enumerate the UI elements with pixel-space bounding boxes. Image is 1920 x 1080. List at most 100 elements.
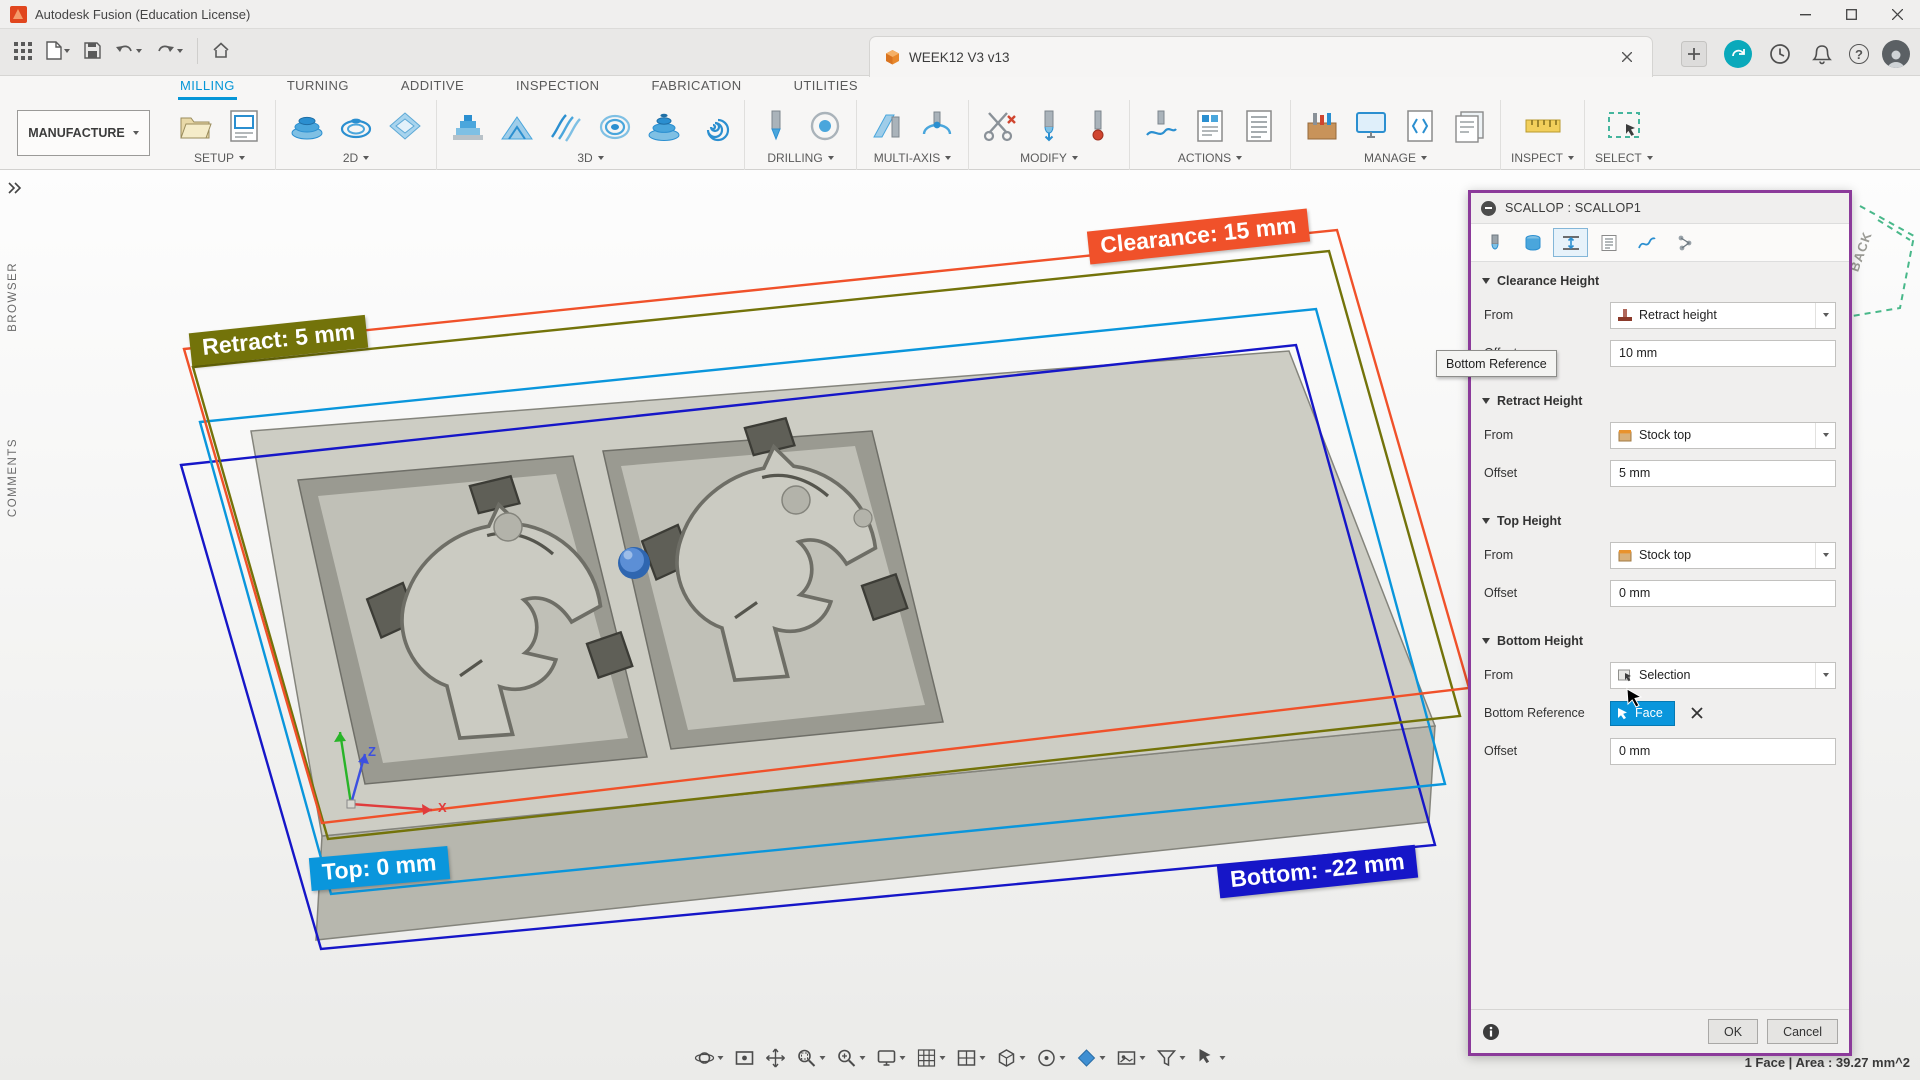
group-label-2d[interactable]: 2D — [343, 151, 370, 165]
tab-fabrication[interactable]: FABRICATION — [649, 76, 743, 100]
adaptive-clearing-icon[interactable] — [447, 105, 489, 147]
top-offset-input[interactable]: 0 mm — [1610, 579, 1836, 607]
simulate-icon[interactable] — [1140, 105, 1182, 147]
steep-shallow-icon[interactable] — [496, 105, 538, 147]
window-select-icon[interactable] — [1603, 105, 1645, 147]
app-grid-icon[interactable] — [10, 38, 36, 64]
parallel-icon[interactable] — [545, 105, 587, 147]
pocket-hole[interactable] — [493, 512, 523, 542]
collapse-dialog-icon[interactable] — [1481, 200, 1496, 216]
spiral-icon[interactable] — [692, 105, 734, 147]
templates-icon[interactable] — [1448, 105, 1490, 147]
undo-button[interactable] — [111, 39, 146, 63]
2d-chamfer-icon[interactable] — [384, 105, 426, 147]
orbit-icon[interactable] — [692, 1046, 727, 1070]
group-label-setup[interactable]: SETUP — [194, 151, 245, 165]
task-manager-icon[interactable] — [1350, 105, 1392, 147]
group-label-manage[interactable]: MANAGE — [1364, 151, 1427, 165]
visual-style-icon[interactable] — [994, 1046, 1029, 1070]
browser-expand-icon[interactable] — [8, 182, 22, 194]
clear-selection-icon[interactable] — [1687, 703, 1707, 723]
morphed-spiral-icon[interactable] — [594, 105, 636, 147]
new-setup-icon[interactable] — [174, 105, 216, 147]
save-button[interactable] — [80, 38, 105, 63]
section-header[interactable]: Top Height — [1471, 506, 1849, 536]
swarf-icon[interactable] — [867, 105, 909, 147]
group-label-select[interactable]: SELECT — [1595, 151, 1653, 165]
2d-adaptive-icon[interactable] — [335, 105, 377, 147]
retract-from-select[interactable]: Stock top — [1610, 421, 1836, 449]
edit-tool-icon[interactable] — [1028, 105, 1070, 147]
look-at-icon[interactable] — [732, 1046, 758, 1070]
tool-library-icon[interactable] — [1301, 105, 1343, 147]
tab-turning[interactable]: TURNING — [285, 76, 351, 100]
close-window-button[interactable] — [1874, 0, 1920, 28]
group-label-actions[interactable]: ACTIONS — [1178, 151, 1243, 165]
selected-face-sphere[interactable] — [618, 547, 650, 579]
sidebar-item-browser[interactable]: BROWSER — [7, 262, 19, 332]
notifications-bell-icon[interactable] — [1808, 40, 1836, 69]
scallop-icon[interactable] — [643, 105, 685, 147]
probe-icon[interactable] — [1077, 105, 1119, 147]
grid-snaps-icon[interactable] — [914, 1046, 949, 1070]
group-label-multi-axis[interactable]: MULTI-AXIS — [874, 151, 952, 165]
measure-icon[interactable] — [1522, 105, 1564, 147]
tab-utilities[interactable]: UTILITIES — [792, 76, 860, 100]
minimize-button[interactable] — [1782, 0, 1828, 28]
post-library-icon[interactable] — [1399, 105, 1441, 147]
clearance-offset-input[interactable]: 10 mm — [1610, 339, 1836, 367]
top-from-select[interactable]: Stock top — [1610, 541, 1836, 569]
drill-icon[interactable] — [755, 105, 797, 147]
section-header[interactable]: Bottom Height — [1471, 626, 1849, 656]
home-view-button[interactable] — [208, 38, 234, 63]
capture-image-icon[interactable] — [1114, 1046, 1149, 1070]
clearance-from-select[interactable]: Retract height — [1610, 301, 1836, 329]
zoom-window-icon[interactable] — [794, 1046, 829, 1070]
group-label-3d[interactable]: 3D — [577, 151, 604, 165]
workspace-selector[interactable]: MANUFACTURE — [17, 110, 150, 156]
tab-heights-icon[interactable] — [1553, 228, 1588, 257]
section-header[interactable]: Retract Height — [1471, 386, 1849, 416]
cancel-button[interactable]: Cancel — [1767, 1019, 1838, 1044]
clock-icon[interactable] — [1765, 39, 1795, 69]
section-header[interactable]: Clearance Height — [1471, 266, 1849, 296]
selection-tools-icon[interactable] — [1194, 1046, 1229, 1070]
group-label-drilling[interactable]: DRILLING — [767, 151, 834, 165]
info-icon[interactable] — [1482, 1023, 1500, 1041]
pocket-hole[interactable] — [781, 485, 811, 515]
selection-filter-icon[interactable] — [1154, 1046, 1189, 1070]
setup-sheet-icon[interactable] — [1238, 105, 1280, 147]
display-settings-icon[interactable] — [874, 1046, 909, 1070]
bore-icon[interactable] — [804, 105, 846, 147]
pan-icon[interactable] — [763, 1046, 789, 1070]
dialog-title-bar[interactable]: SCALLOP : SCALLOP1 — [1471, 193, 1849, 223]
maximize-button[interactable] — [1828, 0, 1874, 28]
tab-options-icon[interactable] — [1667, 228, 1702, 257]
group-label-inspect[interactable]: INSPECT — [1511, 151, 1575, 165]
2d-face-icon[interactable] — [286, 105, 328, 147]
sidebar-item-comments[interactable]: COMMENTS — [7, 438, 19, 517]
nc-program-icon[interactable] — [223, 105, 265, 147]
tab-linking-icon[interactable] — [1629, 228, 1664, 257]
profile-avatar[interactable] — [1882, 40, 1910, 68]
redo-button[interactable] — [152, 39, 187, 63]
ok-button[interactable]: OK — [1708, 1019, 1759, 1044]
new-tab-button[interactable] — [1677, 37, 1711, 71]
tab-passes-icon[interactable] — [1591, 228, 1626, 257]
trim-icon[interactable] — [979, 105, 1021, 147]
multi-axis-contour-icon[interactable] — [916, 105, 958, 147]
tab-geometry-icon[interactable] — [1515, 228, 1550, 257]
close-document-icon[interactable] — [1616, 46, 1638, 68]
retract-offset-input[interactable]: 5 mm — [1610, 459, 1836, 487]
help-icon[interactable]: ? — [1849, 44, 1869, 64]
viewports-icon[interactable] — [954, 1046, 989, 1070]
job-status-icon[interactable] — [1724, 40, 1752, 68]
post-process-icon[interactable] — [1189, 105, 1231, 147]
tab-inspection[interactable]: INSPECTION — [514, 76, 601, 100]
pocket-hole[interactable] — [853, 508, 873, 528]
tab-additive[interactable]: ADDITIVE — [399, 76, 466, 100]
group-label-modify[interactable]: MODIFY — [1020, 151, 1078, 165]
file-menu-button[interactable] — [42, 37, 74, 64]
zoom-icon[interactable] — [834, 1046, 869, 1070]
document-tab[interactable]: WEEK12 V3 v13 — [869, 36, 1653, 77]
